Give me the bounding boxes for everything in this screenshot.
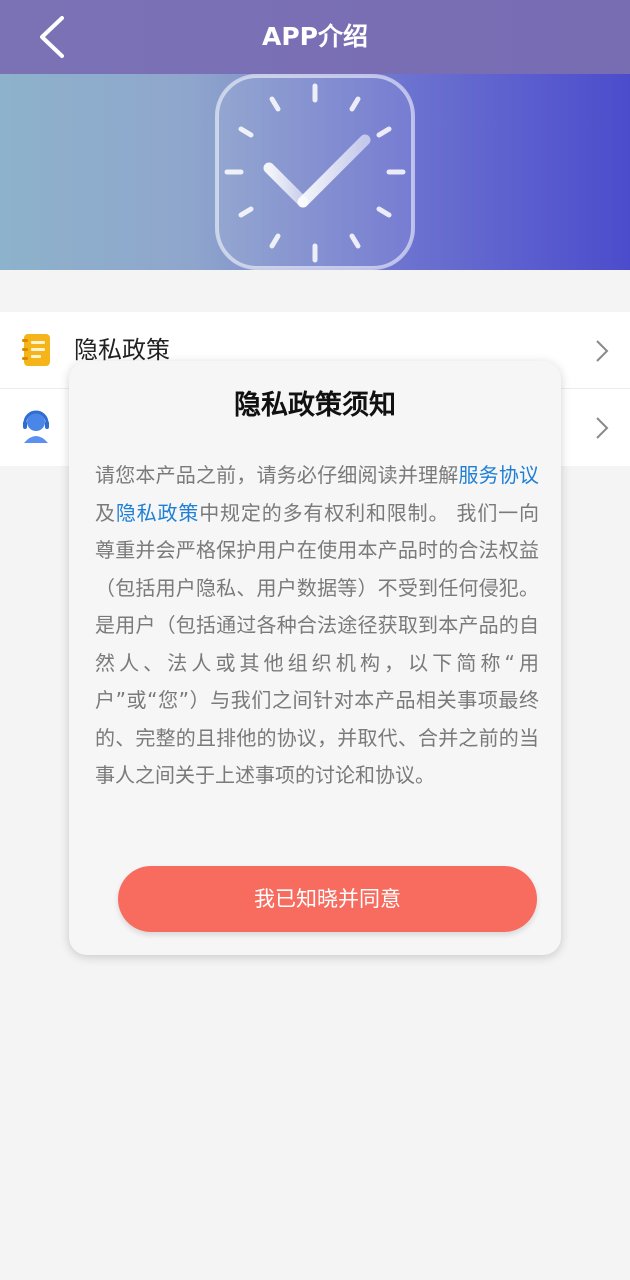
service-agreement-link[interactable]: 服务协议 [458,463,539,487]
body-text: 及 [95,500,116,525]
dialog-title: 隐私政策须知 [234,390,396,421]
privacy-policy-link[interactable]: 隐私政策 [116,501,199,525]
banner [0,74,630,270]
dialog-body: 请您本产品之前，请务必仔细阅读并理解服务协议及隐私政策中规定的多有权利和限制。 … [95,457,539,795]
privacy-policy-dialog: 隐私政策须知 请您本产品之前，请务必仔细阅读并理解服务协议及隐私政策中规定的多有… [69,361,561,955]
chevron-right-icon [596,417,609,439]
page-title: APP介绍 [262,22,368,51]
body-text: 中规定的多有权利和限制。 我们一向尊重并会严格保护用户在使用本产品时的合法权益（… [95,500,540,788]
clock-icon [215,74,415,270]
customer-service-icon [23,410,49,443]
chevron-right-icon [596,340,609,362]
agree-button[interactable]: 我已知晓并同意 [118,866,537,932]
top-navigation-bar: APP介绍 [0,0,630,74]
notebook-icon [22,334,50,366]
body-text: 请您本产品之前，请务必仔细阅读并理解 [95,463,459,487]
